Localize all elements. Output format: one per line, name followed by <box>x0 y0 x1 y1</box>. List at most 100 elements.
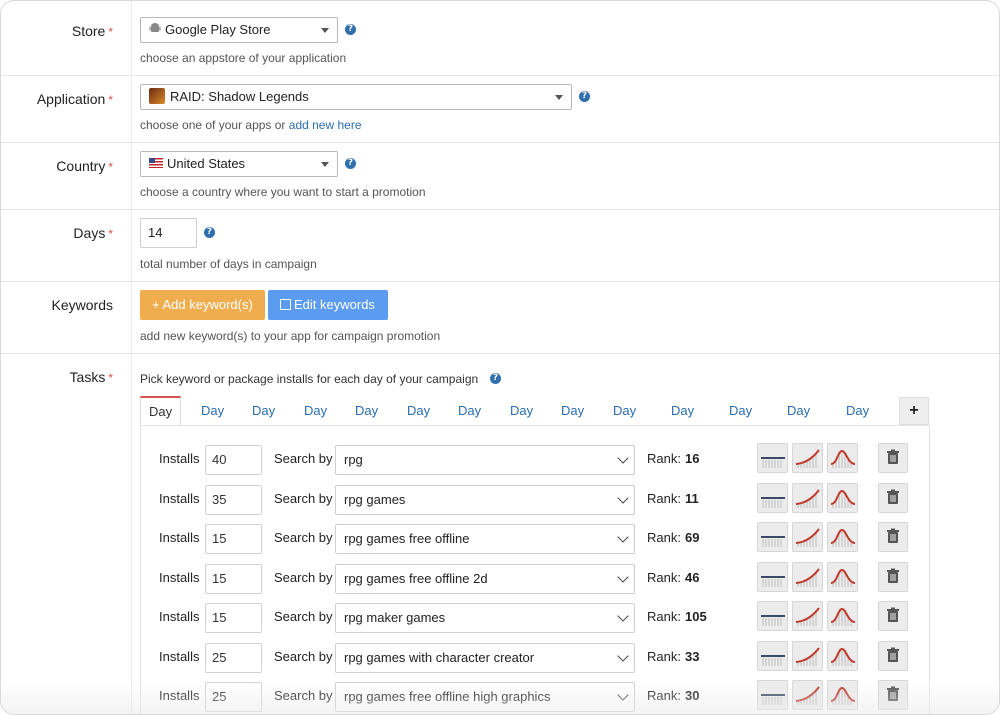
flat-chart-icon <box>761 457 785 468</box>
help-icon[interactable]: ? <box>579 91 590 102</box>
installs-label: Installs <box>159 649 200 664</box>
country-select[interactable]: United States <box>140 151 338 177</box>
bell-distribution-button[interactable] <box>827 522 858 552</box>
delete-row-button[interactable] <box>878 562 908 592</box>
installs-input[interactable]: 15 <box>205 564 262 594</box>
add-keyword-button[interactable]: + Add keyword(s) <box>140 290 265 320</box>
help-icon[interactable]: ? <box>345 158 356 169</box>
rank-value: 30 <box>685 688 700 703</box>
tab-day-14[interactable]: Day 14 <box>846 396 869 448</box>
keyword-select[interactable]: rpg games free offline high graphics <box>335 682 635 712</box>
flat-distribution-button[interactable] <box>757 483 788 513</box>
trash-icon <box>887 686 899 701</box>
days-input[interactable]: 14 <box>140 218 197 248</box>
delete-row-button[interactable] <box>878 483 908 513</box>
tab-day-1[interactable]: Day 1 <box>140 396 182 447</box>
flat-distribution-button[interactable] <box>757 522 788 552</box>
tab-day-13[interactable]: Day 13 <box>787 396 810 448</box>
help-icon[interactable]: ? <box>345 24 356 35</box>
growth-distribution-button[interactable] <box>792 562 823 592</box>
growth-distribution-button[interactable] <box>792 522 823 552</box>
growth-distribution-button[interactable] <box>792 483 823 513</box>
application-help: choose one of your apps or add new here <box>140 118 362 132</box>
delete-row-button[interactable] <box>878 680 908 710</box>
installs-input[interactable]: 25 <box>205 643 262 673</box>
tab-day-4[interactable]: Day 4 <box>304 396 327 448</box>
store-select[interactable]: Google Play Store <box>140 17 338 43</box>
days-label: Days * <box>73 225 113 241</box>
days-row: Days * 14 ? total number of days in campa… <box>1 210 999 282</box>
rank-value: 16 <box>685 451 700 466</box>
keyword-select[interactable]: rpg games <box>335 485 635 515</box>
installs-input[interactable]: 15 <box>205 603 262 633</box>
tab-day-12[interactable]: Day 12 <box>729 396 752 448</box>
keyword-select[interactable]: rpg games with character creator <box>335 643 635 673</box>
flat-distribution-button[interactable] <box>757 680 788 710</box>
keyword-select[interactable]: rpg games free offline 2d <box>335 564 635 594</box>
tab-day-2[interactable]: Day 2 <box>201 396 224 448</box>
tab-day-8[interactable]: Day 8 <box>510 396 533 448</box>
edit-keywords-button[interactable]: Edit keywords <box>268 290 388 320</box>
android-icon <box>149 18 161 42</box>
tab-day-5[interactable]: Day 5 <box>355 396 378 448</box>
rank-value: 33 <box>685 649 700 664</box>
task-row: Installs 25 Search by rpg games free off… <box>141 680 931 714</box>
tab-day-6[interactable]: Day 6 <box>407 396 430 448</box>
country-label: Country * <box>56 158 113 174</box>
tab-day-9[interactable]: Day 9 <box>561 396 584 448</box>
bell-chart-icon <box>830 528 856 547</box>
rank-label: Rank: <box>647 609 681 624</box>
delete-row-button[interactable] <box>878 641 908 671</box>
chevron-down-icon <box>617 492 629 504</box>
installs-input[interactable]: 25 <box>205 682 262 712</box>
search-by-label: Search by <box>274 609 333 624</box>
add-new-app-link[interactable]: add new here <box>289 118 362 132</box>
flat-distribution-button[interactable] <box>757 601 788 631</box>
rank-value: 105 <box>685 609 707 624</box>
tab-day-7[interactable]: Day 7 <box>458 396 481 448</box>
growth-distribution-button[interactable] <box>792 680 823 710</box>
chevron-down-icon <box>617 452 629 464</box>
application-select[interactable]: RAID: Shadow Legends <box>140 84 572 110</box>
bell-distribution-button[interactable] <box>827 443 858 473</box>
tasks-help: Pick keyword or package installs for eac… <box>140 372 479 386</box>
store-label: Store * <box>71 23 113 39</box>
bell-distribution-button[interactable] <box>827 641 858 671</box>
installs-label: Installs <box>159 451 200 466</box>
app-icon <box>149 88 165 104</box>
bell-distribution-button[interactable] <box>827 601 858 631</box>
country-row: Country * United States ? choose a countr… <box>1 143 999 210</box>
country-help: choose a country where you want to start… <box>140 185 426 199</box>
growth-distribution-button[interactable] <box>792 601 823 631</box>
growth-distribution-button[interactable] <box>792 443 823 473</box>
tab-day-11[interactable]: Day 11 <box>671 396 694 448</box>
delete-row-button[interactable] <box>878 601 908 631</box>
tab-day-3[interactable]: Day 3 <box>252 396 275 448</box>
flat-chart-icon <box>761 536 785 547</box>
delete-row-button[interactable] <box>878 443 908 473</box>
add-day-button[interactable]: + <box>899 397 929 425</box>
growth-distribution-button[interactable] <box>792 641 823 671</box>
rank-label: Rank: <box>647 649 681 664</box>
tab-day-10[interactable]: Day 10 <box>613 396 636 448</box>
installs-input[interactable]: 15 <box>205 524 262 554</box>
delete-row-button[interactable] <box>878 522 908 552</box>
bell-distribution-button[interactable] <box>827 680 858 710</box>
bell-chart-icon <box>830 607 856 626</box>
chevron-down-icon <box>617 571 629 583</box>
keyword-select[interactable]: rpg games free offline <box>335 524 635 554</box>
tasks-label: Tasks * <box>69 369 113 385</box>
flat-distribution-button[interactable] <box>757 562 788 592</box>
help-icon[interactable]: ? <box>490 373 501 384</box>
installs-input[interactable]: 40 <box>205 445 262 475</box>
keyword-select[interactable]: rpg maker games <box>335 603 635 633</box>
installs-input[interactable]: 35 <box>205 485 262 515</box>
help-icon[interactable]: ? <box>204 227 215 238</box>
keyword-value: rpg games free offline high graphics <box>344 689 551 704</box>
bell-distribution-button[interactable] <box>827 562 858 592</box>
rank-label: Rank: <box>647 570 681 585</box>
flat-distribution-button[interactable] <box>757 443 788 473</box>
keyword-select[interactable]: rpg <box>335 445 635 475</box>
flat-distribution-button[interactable] <box>757 641 788 671</box>
bell-distribution-button[interactable] <box>827 483 858 513</box>
